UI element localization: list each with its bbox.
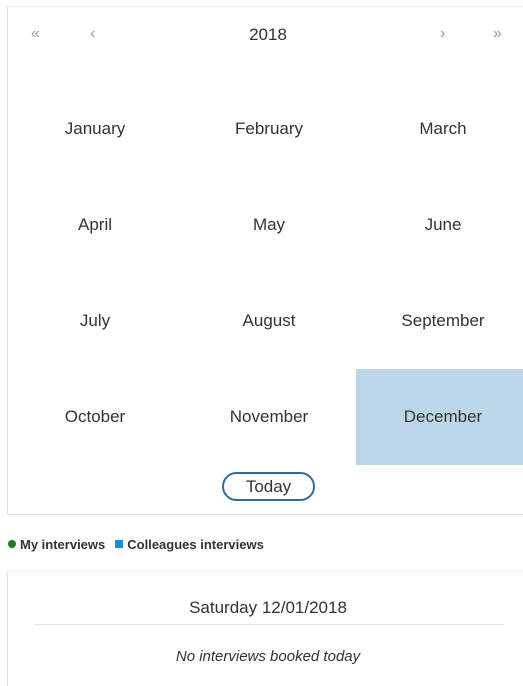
month-july[interactable]: July: [8, 273, 182, 369]
calendar-title[interactable]: 2018: [8, 24, 523, 46]
green-dot-icon: [8, 540, 16, 548]
month-april[interactable]: April: [8, 177, 182, 273]
month-october[interactable]: October: [8, 369, 182, 465]
empty-message: No interviews booked today: [175, 648, 361, 665]
month-march[interactable]: March: [356, 81, 523, 177]
month-february[interactable]: February: [182, 81, 356, 177]
divider: [34, 624, 504, 625]
day-title: Saturday 12/01/2018: [189, 598, 347, 617]
calendar-panel: « ‹ 2018 › » January February March Apri…: [7, 6, 523, 515]
month-august[interactable]: August: [182, 273, 356, 369]
legend-label: Colleagues interviews: [127, 536, 264, 552]
calendar-header: « ‹ 2018 › »: [8, 7, 523, 63]
next-period-icon[interactable]: ›: [440, 24, 445, 44]
next-year-icon[interactable]: »: [493, 24, 502, 44]
legend-item-my-interviews: My interviews: [8, 537, 105, 552]
month-september[interactable]: September: [356, 273, 523, 369]
month-december[interactable]: December: [356, 369, 523, 465]
day-panel: Saturday 12/01/2018 No interviews booked…: [7, 571, 523, 686]
month-may[interactable]: May: [182, 177, 356, 273]
month-january[interactable]: January: [8, 81, 182, 177]
blue-square-icon: [115, 540, 124, 548]
legend-item-colleagues-interviews: Colleagues interviews: [115, 537, 264, 552]
month-june[interactable]: June: [356, 177, 523, 273]
legend-label: My interviews: [20, 536, 106, 552]
legend: My interviews Colleagues interviews: [8, 535, 274, 553]
month-november[interactable]: November: [182, 369, 356, 465]
today-button[interactable]: Today: [222, 472, 315, 501]
